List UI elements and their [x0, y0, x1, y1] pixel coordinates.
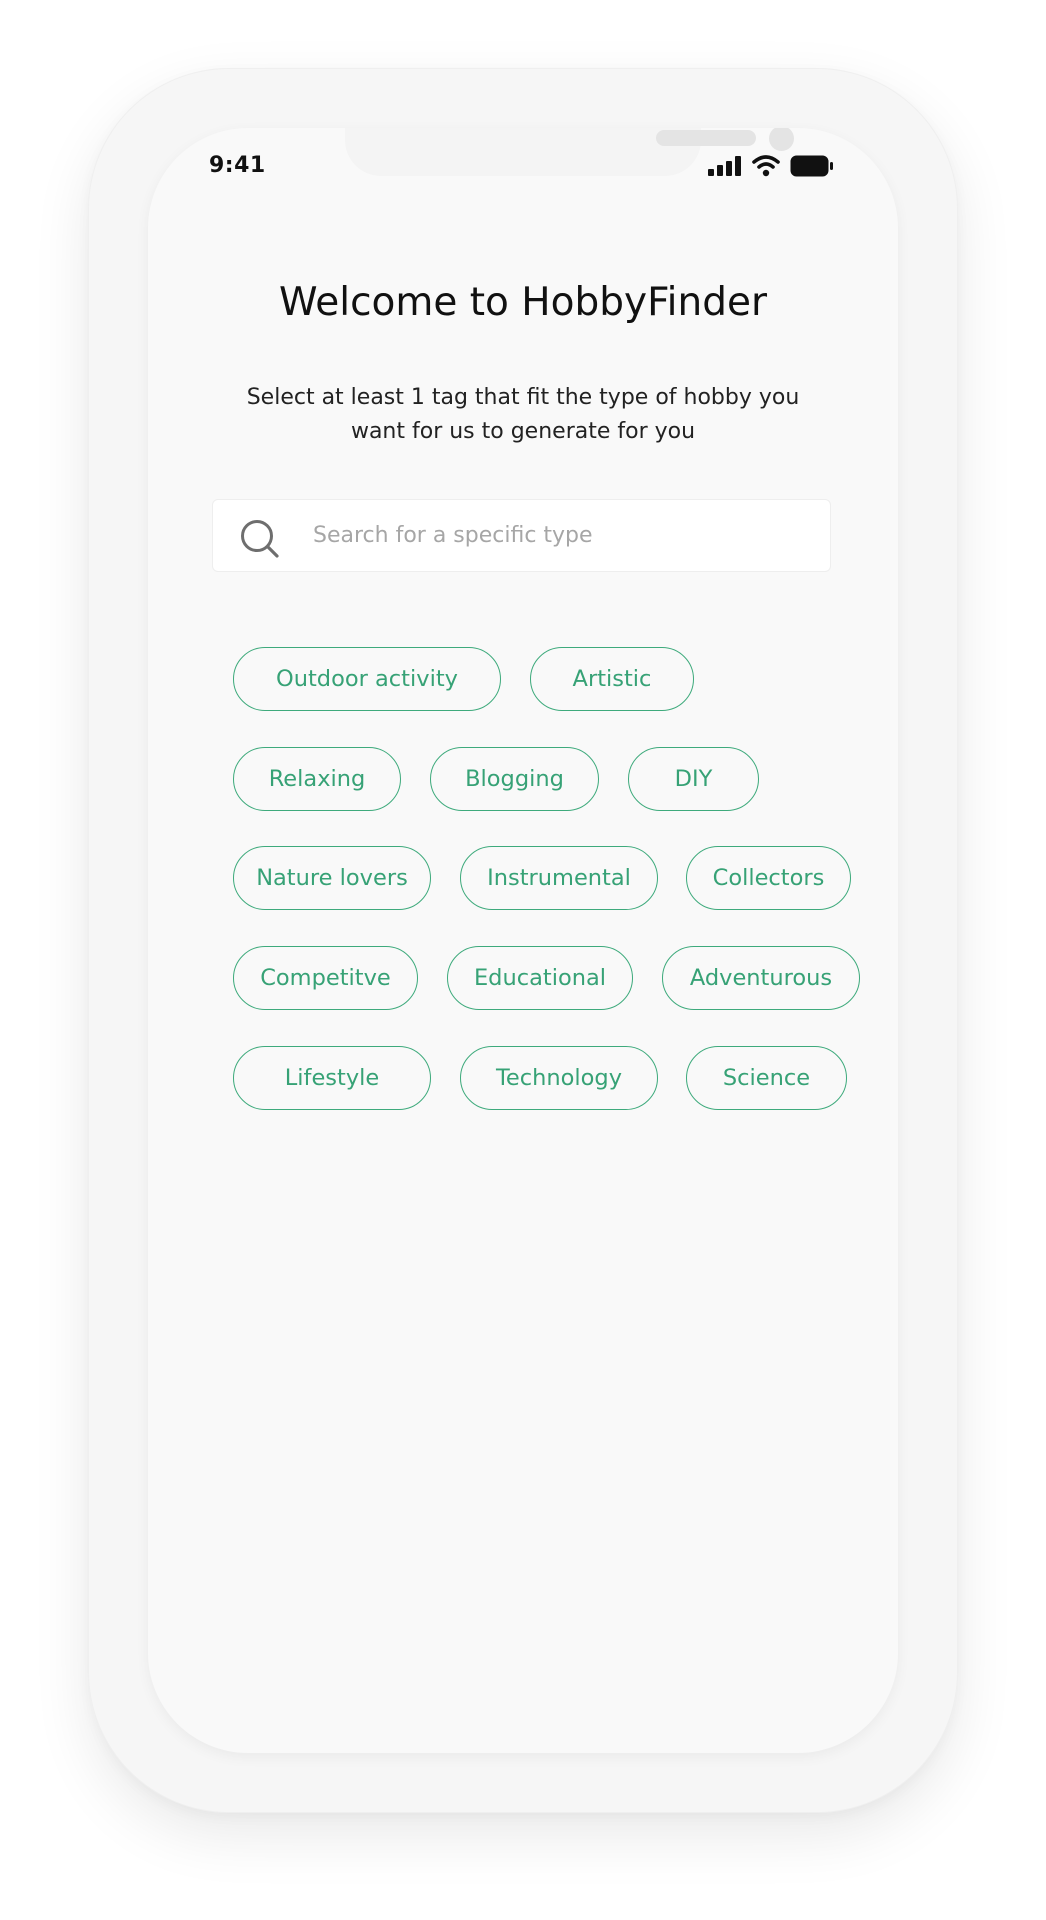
tag-lifestyle[interactable]: Lifestyle: [233, 1046, 431, 1110]
tag-blogging[interactable]: Blogging: [430, 747, 599, 811]
phone-frame: 9:41 Welcome to HobbyFinder Select at le…: [89, 69, 957, 1812]
tag-relaxing[interactable]: Relaxing: [233, 747, 401, 811]
phone-notch: [345, 128, 794, 176]
tag-diy[interactable]: DIY: [628, 747, 759, 811]
search-input[interactable]: [313, 500, 813, 571]
tag-artistic[interactable]: Artistic: [530, 647, 694, 711]
page-title: Welcome to HobbyFinder: [278, 280, 768, 325]
search-icon: [241, 520, 279, 558]
tag-instrumental[interactable]: Instrumental: [460, 846, 658, 910]
tag-nature-lovers[interactable]: Nature lovers: [233, 846, 431, 910]
page-subtitle: Select at least 1 tag that fit the type …: [246, 385, 800, 444]
app-screen: 9:41 Welcome to HobbyFinder Select at le…: [148, 128, 898, 1753]
tag-adventurous[interactable]: Adventurous: [662, 946, 860, 1010]
status-icons: [708, 155, 834, 177]
tag-educational[interactable]: Educational: [447, 946, 633, 1010]
status-time: 9:41: [209, 153, 266, 178]
tag-outdoor-activity[interactable]: Outdoor activity: [233, 647, 501, 711]
wifi-icon: [752, 155, 780, 177]
cellular-signal-icon: [708, 156, 741, 176]
search-bar[interactable]: [212, 499, 831, 572]
tag-competitive[interactable]: Competitve: [233, 946, 418, 1010]
battery-icon: [790, 155, 833, 177]
tag-science[interactable]: Science: [686, 1046, 847, 1110]
tag-technology[interactable]: Technology: [460, 1046, 658, 1110]
front-camera: [769, 128, 794, 151]
speaker-grille: [656, 130, 756, 146]
tag-collectors[interactable]: Collectors: [686, 846, 851, 910]
